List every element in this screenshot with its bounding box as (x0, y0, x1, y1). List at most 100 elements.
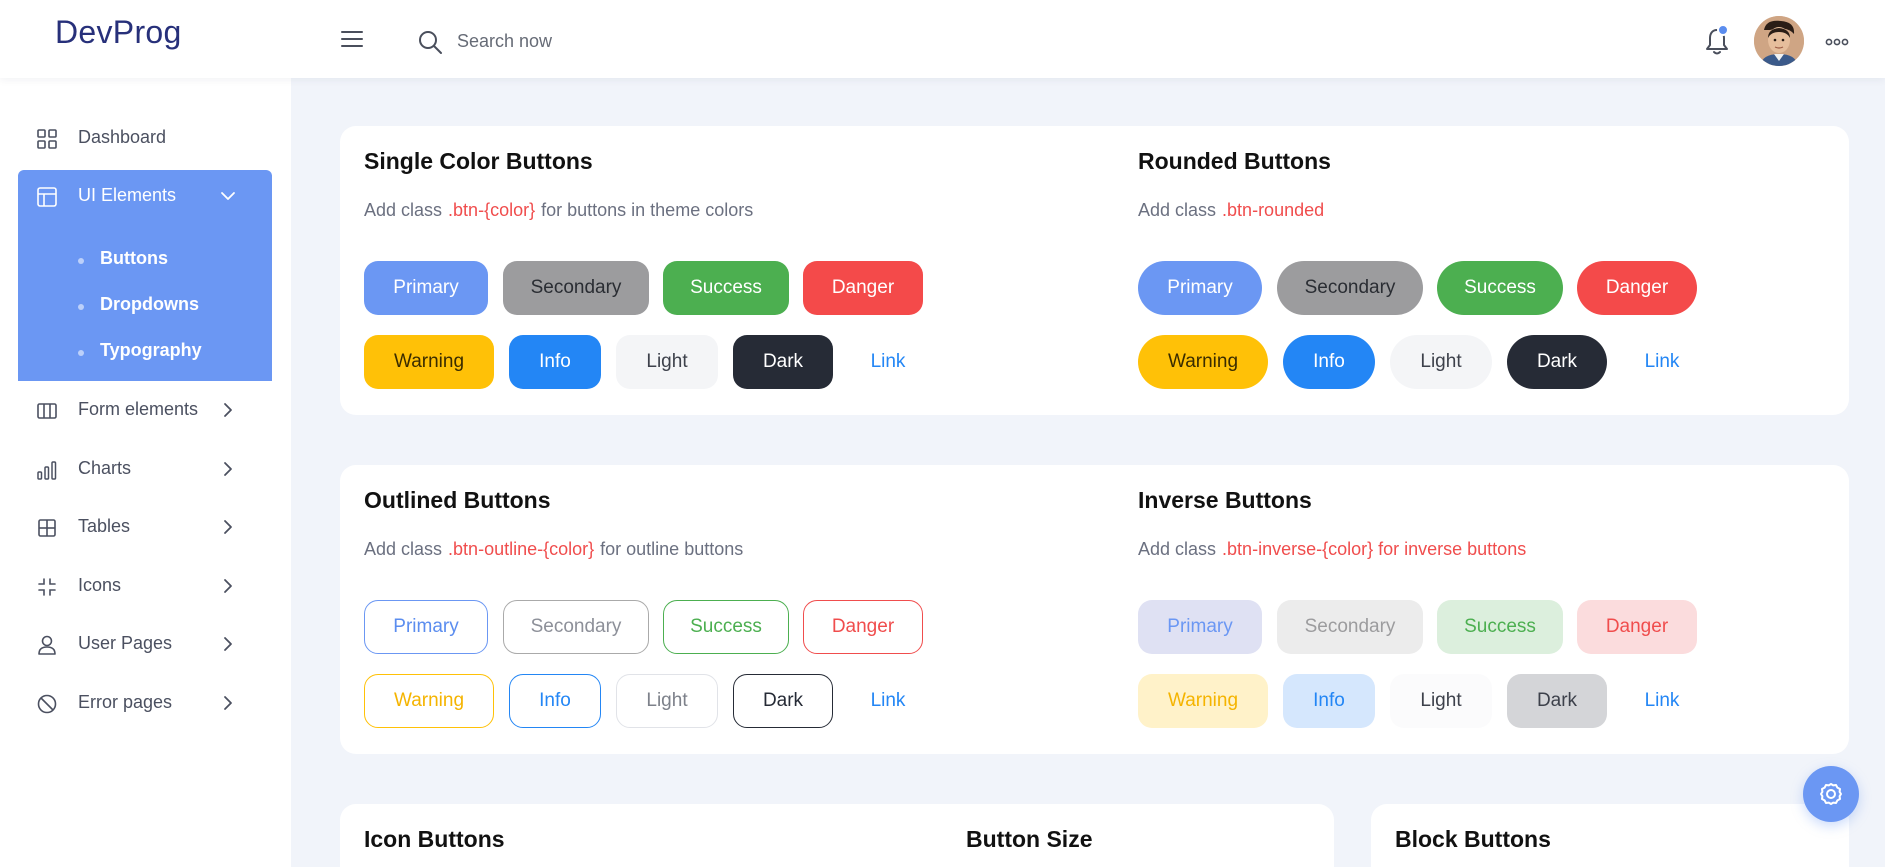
sidebar-subitem-buttons[interactable]: Buttons (18, 248, 272, 272)
sidebar-item-tables[interactable]: Tables (18, 505, 272, 549)
outline-success-button[interactable]: Success (663, 600, 789, 654)
inverse-light-button[interactable]: Light (1390, 674, 1492, 728)
outline-light-button[interactable]: Light (616, 674, 718, 728)
rounded-dark-button[interactable]: Dark (1507, 335, 1607, 389)
desc-text: Add class (364, 200, 443, 220)
light-button[interactable]: Light (616, 335, 718, 389)
desc-text: Add class (1138, 200, 1217, 220)
success-button[interactable]: Success (663, 261, 789, 315)
desc-code: .btn-outline-{color} (448, 539, 595, 559)
sidebar-item-label: Charts (78, 458, 132, 478)
inverse-danger-button[interactable]: Danger (1577, 600, 1697, 654)
section-desc-rounded: Add class .btn-rounded (1138, 200, 1330, 221)
inverse-dark-button[interactable]: Dark (1507, 674, 1607, 728)
sidebar-subitem-label: Buttons (100, 248, 168, 268)
danger-button[interactable]: Danger (803, 261, 923, 315)
user-avatar[interactable] (1754, 16, 1804, 66)
outline-warning-button[interactable]: Warning (364, 674, 494, 728)
bullet-dot (78, 350, 84, 356)
dark-button[interactable]: Dark (733, 335, 833, 389)
section-desc-outlined: Add class .btn-outline-{color} for outline… (364, 539, 743, 560)
outline-info-button[interactable]: Info (509, 674, 601, 728)
brand-logo[interactable]: DevProg (55, 14, 182, 51)
desc-code: .btn-inverse-{color} for inverse buttons (1222, 539, 1527, 559)
rounded-link-button[interactable]: Link (1622, 335, 1702, 389)
desc-text: for outline buttons (600, 539, 744, 559)
gear-icon (1820, 783, 1842, 805)
sidebar-item-form-elements[interactable]: Form elements (18, 388, 272, 432)
inverse-info-button[interactable]: Info (1283, 674, 1375, 728)
sidebar-subitem-dropdowns[interactable]: Dropdowns (18, 294, 272, 318)
outline-danger-button[interactable]: Danger (803, 600, 923, 654)
sidebar-subitem-label: Typography (100, 340, 202, 360)
sidebar: Dashboard UI Elements Buttons Dropdowns … (0, 78, 291, 867)
sidebar-item-label: Error pages (78, 692, 173, 712)
more-options-icon[interactable] (1825, 38, 1849, 46)
user-icon (38, 635, 56, 655)
inverse-warning-button[interactable]: Warning (1138, 674, 1268, 728)
card-icon-size-buttons: Icon Buttons Button Size (340, 804, 1334, 867)
table-icon (38, 519, 56, 537)
chevron-right-icon (224, 403, 232, 417)
inverse-secondary-button[interactable]: Secondary (1277, 600, 1423, 654)
rounded-secondary-button[interactable]: Secondary (1277, 261, 1423, 315)
layout-icon (37, 187, 57, 207)
rounded-primary-button[interactable]: Primary (1138, 261, 1262, 315)
bullet-dot (78, 304, 84, 310)
section-title-outlined: Outlined Buttons (364, 487, 551, 513)
outline-secondary-button[interactable]: Secondary (503, 600, 649, 654)
section-desc-inverse: Add class .btn-inverse-{color} for invers… (1138, 539, 1532, 560)
search-bar (417, 25, 737, 57)
sidebar-item-icons[interactable]: Icons (18, 564, 272, 608)
bullet-dot (78, 258, 84, 264)
settings-fab[interactable] (1803, 766, 1859, 822)
outline-dark-button[interactable]: Dark (733, 674, 833, 728)
sidebar-item-label: User Pages (78, 633, 173, 653)
chevron-right-icon (224, 696, 232, 710)
warning-button[interactable]: Warning (364, 335, 494, 389)
desc-code: .btn-rounded (1222, 200, 1325, 220)
rounded-success-button[interactable]: Success (1437, 261, 1563, 315)
card-outline-buttons: Outlined Buttons Add class .btn-outline-{… (340, 465, 1849, 754)
secondary-button[interactable]: Secondary (503, 261, 649, 315)
search-input[interactable] (457, 27, 717, 55)
sidebar-item-label: Dashboard (78, 127, 167, 147)
outline-link-button[interactable]: Link (848, 674, 928, 728)
inverse-primary-button[interactable]: Primary (1138, 600, 1262, 654)
chevron-right-icon (224, 637, 232, 651)
sidebar-item-error-pages[interactable]: Error pages (18, 681, 272, 725)
outline-primary-button[interactable]: Primary (364, 600, 488, 654)
section-title-inverse: Inverse Buttons (1138, 487, 1312, 513)
card-solid-buttons: Single Color Buttons Add class .btn-{colo… (340, 126, 1849, 415)
sidebar-item-user-pages[interactable]: User Pages (18, 622, 272, 666)
chevron-right-icon (224, 520, 232, 534)
link-button[interactable]: Link (848, 335, 928, 389)
sidebar-item-charts[interactable]: Charts (18, 447, 272, 491)
section-title-block: Block Buttons (1395, 826, 1551, 852)
rounded-info-button[interactable]: Info (1283, 335, 1375, 389)
shrink-icon (38, 578, 56, 596)
rounded-warning-button[interactable]: Warning (1138, 335, 1268, 389)
ban-icon (37, 694, 57, 714)
chevron-down-icon (221, 192, 235, 200)
chevron-right-icon (224, 462, 232, 476)
sidebar-subitem-typography[interactable]: Typography (18, 340, 272, 364)
sidebar-subitem-label: Dropdowns (100, 294, 199, 314)
sidebar-item-label: Tables (78, 516, 131, 536)
desc-text: for buttons in theme colors (541, 200, 754, 220)
sidebar-item-label: Form elements (78, 399, 199, 419)
rounded-light-button[interactable]: Light (1390, 335, 1492, 389)
search-icon[interactable] (417, 29, 443, 55)
card-block-buttons: Block Buttons (1371, 804, 1849, 867)
menu-toggle-icon[interactable] (341, 31, 363, 49)
info-button[interactable]: Info (509, 335, 601, 389)
desc-code: .btn-{color} (448, 200, 536, 220)
sidebar-item-ui-elements[interactable]: UI Elements (18, 174, 272, 218)
primary-button[interactable]: Primary (364, 261, 488, 315)
bar-chart-icon (37, 461, 57, 480)
inverse-success-button[interactable]: Success (1437, 600, 1563, 654)
sidebar-item-dashboard[interactable]: Dashboard (18, 116, 272, 160)
grid-icon (37, 129, 57, 149)
inverse-link-button[interactable]: Link (1622, 674, 1702, 728)
rounded-danger-button[interactable]: Danger (1577, 261, 1697, 315)
